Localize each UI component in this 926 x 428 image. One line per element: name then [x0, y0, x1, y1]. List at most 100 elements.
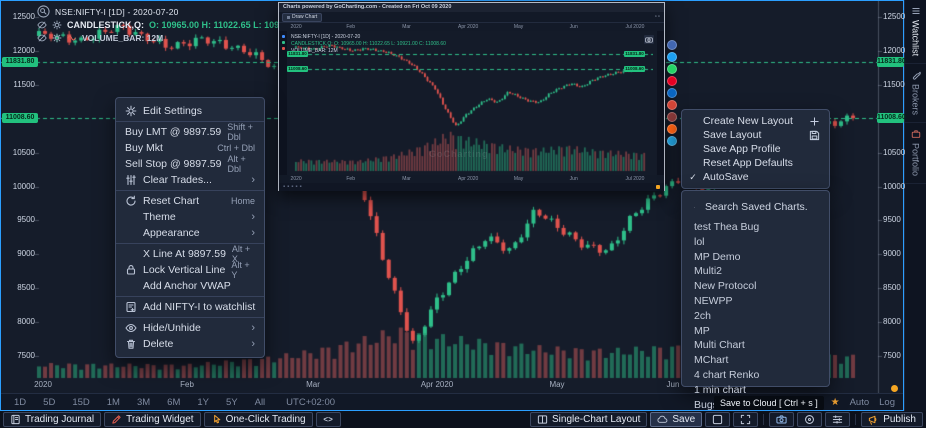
time-tick-jun: Jun	[667, 380, 680, 389]
single-chart-layout-button[interactable]: Single-Chart Layout	[530, 412, 647, 427]
publish-button[interactable]: Publish	[861, 412, 923, 427]
share-linkedin-icon[interactable]	[667, 88, 677, 98]
share-twitter-icon[interactable]	[667, 52, 677, 62]
chart-share-preview-window[interactable]: Charts powered by GoCharting.com - Creat…	[278, 2, 665, 191]
menu-item-label: Create New Layout	[703, 115, 804, 127]
range-button-15d[interactable]: 15D	[65, 397, 96, 408]
one-click-trading-button[interactable]: One-Click Trading	[204, 412, 313, 427]
price-tick-left: 8000	[3, 317, 35, 326]
symbol-title[interactable]: NSE:NIFTY-I [1D] - 2020-07-20	[55, 7, 179, 17]
favorite-star-icon[interactable]: ★	[831, 397, 840, 408]
saved-chart-lol[interactable]: lol	[682, 235, 829, 250]
context-menu-item-add-nifty-i-to-watchlist[interactable]: Add NIFTY-I to watchlist	[116, 299, 264, 315]
layout-menu-item-reset-app-defaults[interactable]: Reset App Defaults	[682, 156, 829, 170]
timezone-label[interactable]: UTC+02:00	[286, 397, 335, 408]
saved-chart-mp-demo[interactable]: MP Demo	[682, 250, 829, 265]
range-button-all[interactable]: All	[248, 397, 273, 408]
layout-menu-item-save-layout[interactable]: Save Layout	[682, 128, 829, 142]
range-button-3m[interactable]: 3M	[130, 397, 157, 408]
share-email-icon[interactable]	[667, 112, 677, 122]
portfolio-icon	[911, 129, 921, 139]
submenu-chevron-icon: ›	[251, 228, 255, 238]
context-menu-item-add-anchor-vwap[interactable]: Add Anchor VWAP	[116, 278, 264, 294]
saved-chart-mchart[interactable]: MChart	[682, 353, 829, 368]
saved-charts-search[interactable]	[682, 193, 829, 220]
range-button-1d[interactable]: 1D	[7, 397, 33, 408]
saved-chart-multi2[interactable]: Multi2	[682, 264, 829, 279]
menu-item-label: X Line At 9897.59	[143, 248, 226, 260]
range-button-5d[interactable]: 5D	[36, 397, 62, 408]
study-settings-gear-icon[interactable]	[52, 20, 62, 30]
context-menu-item-reset-chart[interactable]: Reset ChartHome	[116, 193, 264, 209]
watchlist-icon	[911, 6, 921, 16]
checkbox-button[interactable]	[705, 412, 730, 427]
share-telegram-icon[interactable]	[667, 136, 677, 146]
symbol-search-icon[interactable]	[37, 5, 50, 18]
context-menu-item-lock-vertical-line[interactable]: Lock Vertical LineAlt + Y	[116, 262, 264, 278]
menu-item-label: Reset App Defaults	[703, 157, 820, 169]
menu-item-label: Hide/Unhide	[143, 322, 245, 334]
context-menu-item-edit-settings[interactable]: Edit Settings	[116, 103, 264, 119]
sliders2-button[interactable]	[825, 412, 850, 427]
volume-settings-gear-icon[interactable]	[52, 33, 62, 43]
trading-journal-button[interactable]: Trading Journal	[3, 412, 101, 427]
hide-study-icon[interactable]	[37, 20, 47, 30]
code-button[interactable]: <>	[316, 412, 341, 427]
context-menu-item-buy-lmt-9897-59[interactable]: Buy LMT @ 9897.59Shift + Dbl	[116, 124, 264, 140]
share-pinterest-icon[interactable]	[667, 76, 677, 86]
menu-item-label: Delete	[143, 338, 245, 350]
share-whatsapp-icon[interactable]	[667, 64, 677, 74]
time-tick-may: May	[549, 380, 564, 389]
range-button-5y[interactable]: 5Y	[219, 397, 245, 408]
share-facebook-icon[interactable]	[667, 40, 677, 50]
sidebar-tab-label: Brokers	[911, 84, 921, 115]
expand-button[interactable]	[733, 412, 758, 427]
saved-chart-mp[interactable]: MP	[682, 324, 829, 339]
search-input[interactable]	[703, 200, 817, 214]
range-button-1y[interactable]: 1Y	[190, 397, 216, 408]
saved-chart-4-chart-renko[interactable]: 4 chart Renko	[682, 368, 829, 383]
tool-dot	[282, 35, 285, 38]
sidebar-tab-portfolio[interactable]: Portfolio	[905, 123, 926, 184]
saved-chart-new-protocol[interactable]: New Protocol	[682, 279, 829, 294]
context-menu-item-hide-unhide[interactable]: Hide/Unhide›	[116, 320, 264, 336]
share-reddit-icon[interactable]	[667, 124, 677, 134]
context-menu-item-clear-trades[interactable]: Clear Trades...›	[116, 172, 264, 188]
context-menu-item-delete[interactable]: Delete›	[116, 336, 264, 352]
log-scale-toggle[interactable]: Log	[879, 397, 895, 408]
lock-icon	[125, 264, 137, 276]
context-menu-item-theme[interactable]: Theme›	[116, 209, 264, 225]
target-button[interactable]	[797, 412, 822, 427]
preview-snapshot-icon[interactable]	[644, 35, 654, 44]
saved-chart-multi-chart[interactable]: Multi Chart	[682, 338, 829, 353]
range-button-1m[interactable]: 1M	[100, 397, 127, 408]
saved-chart-newpp[interactable]: NEWPP	[682, 294, 829, 309]
sidebar-tab-watchlist[interactable]: Watchlist	[905, 0, 926, 64]
camera-button[interactable]	[769, 412, 794, 427]
layout-menu-item-autosave[interactable]: ✓AutoSave	[682, 170, 829, 184]
price-tick-left: 8500	[3, 283, 35, 292]
preview-mini-controls: ▪▪▪▪▪	[283, 184, 304, 190]
layout-menu-item-save-app-profile[interactable]: Save App Profile	[682, 142, 829, 156]
save-button[interactable]: Save	[650, 412, 702, 427]
context-menu-item-sell-stop-9897-59[interactable]: Sell Stop @ 9897.59Alt + Dbl	[116, 156, 264, 172]
saved-chart-2ch[interactable]: 2ch	[682, 309, 829, 324]
widget-icon	[111, 414, 122, 425]
layout-menu-item-create-new-layout[interactable]: Create New Layout	[682, 114, 829, 128]
price-tick-right: 10000	[883, 182, 905, 191]
preview-tab[interactable]: Draw Chart	[282, 13, 322, 22]
context-menu-item-appearance[interactable]: Appearance›	[116, 225, 264, 241]
trading-widget-button[interactable]: Trading Widget	[104, 412, 200, 427]
price-tick-right: 10500	[883, 148, 905, 157]
auto-scale-toggle[interactable]: Auto	[850, 397, 870, 408]
menu-separator	[116, 296, 264, 297]
range-button-6m[interactable]: 6M	[160, 397, 187, 408]
pointer-icon	[211, 414, 222, 425]
share-gmail-icon[interactable]	[667, 100, 677, 110]
saved-chart-test-thea-bug[interactable]: test Thea Bug	[682, 220, 829, 235]
hide-volume-icon[interactable]	[37, 33, 47, 43]
preview-window-buttons[interactable]: ▫▫	[655, 14, 661, 20]
price-tick-right: 7500	[883, 351, 901, 360]
footer-separator	[855, 414, 856, 425]
sidebar-tab-brokers[interactable]: Brokers	[905, 64, 926, 123]
